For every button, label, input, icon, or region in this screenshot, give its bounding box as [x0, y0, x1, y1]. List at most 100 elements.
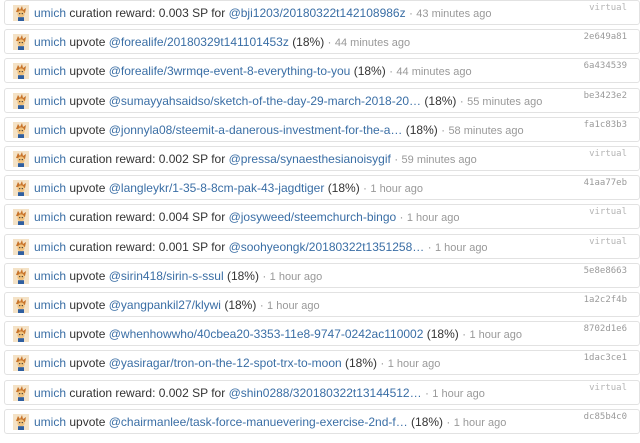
user-avatar-icon[interactable]: [13, 151, 29, 167]
transaction-id[interactable]: virtual: [589, 3, 627, 13]
timestamp: 1 hour ago: [267, 300, 320, 312]
user-avatar-icon[interactable]: [13, 122, 29, 138]
activity-feed: umich curation reward: 0.003 SP for @bji…: [0, 0, 640, 443]
user-avatar-icon[interactable]: [13, 326, 29, 342]
post-link[interactable]: @josyweed/steemchurch-bingo: [229, 210, 397, 224]
separator: ·: [408, 6, 413, 20]
account-link[interactable]: umich: [34, 64, 66, 78]
user-avatar-icon[interactable]: [13, 268, 29, 284]
timestamp: 44 minutes ago: [334, 37, 411, 49]
post-link[interactable]: @yangpankil27/klywi: [109, 298, 221, 312]
user-avatar-icon[interactable]: [13, 209, 29, 225]
transaction-id[interactable]: 1dac3ce1: [584, 353, 627, 363]
separator: ·: [424, 386, 429, 400]
user-avatar-icon[interactable]: [13, 34, 29, 50]
transaction-id[interactable]: 6a434539: [584, 61, 627, 71]
transaction-id[interactable]: dc85b4c0: [584, 412, 627, 422]
activity-row: umich upvote @forealife/20180329t1411014…: [4, 29, 640, 54]
timestamp: 44 minutes ago: [396, 66, 472, 78]
vote-weight: (18%): [405, 123, 438, 137]
operation-text: upvote: [69, 298, 106, 312]
separator: ·: [399, 210, 404, 224]
operation-text: curation reward: 0.002 SP for: [69, 152, 226, 166]
timestamp: 55 minutes ago: [467, 96, 543, 108]
account-link[interactable]: umich: [34, 123, 66, 137]
timestamp: 1 hour ago: [406, 212, 460, 224]
operation-text: upvote: [69, 123, 106, 137]
post-link[interactable]: @soohyeongk/20180322t1351258…: [229, 240, 425, 254]
transaction-id[interactable]: 2e649a81: [584, 32, 627, 42]
user-avatar-icon[interactable]: [13, 93, 29, 109]
transaction-id[interactable]: virtual: [589, 149, 627, 159]
user-avatar-icon[interactable]: [13, 355, 29, 371]
account-link[interactable]: umich: [34, 210, 66, 224]
post-link[interactable]: @forealife/20180329t141101453z: [109, 35, 289, 49]
separator: ·: [427, 240, 432, 254]
post-link[interactable]: @yasiragar/tron-on-the-12-spot-trx-to-mo…: [109, 356, 342, 370]
activity-row: umich upvote @forealife/3wrmqe-event-8-e…: [4, 58, 640, 83]
operation-text: upvote: [69, 356, 106, 370]
operation-text: curation reward: 0.004 SP for: [69, 210, 226, 224]
post-link[interactable]: @sirin418/sirin-s-ssul: [109, 269, 224, 283]
transaction-id[interactable]: 41aa77eb: [584, 178, 627, 188]
post-link[interactable]: @pressa/synaesthesianoisygif: [229, 152, 391, 166]
activity-row: umich curation reward: 0.001 SP for @soo…: [4, 234, 640, 259]
account-link[interactable]: umich: [34, 298, 66, 312]
transaction-id[interactable]: 8702d1e6: [584, 324, 627, 334]
account-link[interactable]: umich: [34, 94, 66, 108]
account-link[interactable]: umich: [34, 386, 66, 400]
post-link[interactable]: @whenhowwho/40cbea20-3353-11e8-9747-0242…: [109, 327, 424, 341]
timestamp: 1 hour ago: [370, 183, 423, 195]
account-link[interactable]: umich: [34, 415, 66, 429]
transaction-id[interactable]: virtual: [589, 383, 627, 393]
post-link[interactable]: @langleykr/1-35-8-8cm-pak-43-jagdtiger: [109, 181, 325, 195]
user-avatar-icon[interactable]: [13, 63, 29, 79]
transaction-id[interactable]: virtual: [589, 207, 627, 217]
vote-weight: (18%): [226, 269, 259, 283]
activity-row: umich upvote @yangpankil27/klywi (18%) ·…: [4, 292, 640, 317]
vote-weight: (18%): [426, 327, 459, 341]
user-avatar-icon[interactable]: [13, 180, 29, 196]
user-avatar-icon[interactable]: [13, 414, 29, 430]
post-link[interactable]: @bji1203/20180322t142108986z: [229, 6, 406, 20]
activity-row: umich upvote @jonnyla08/steemit-a-danero…: [4, 117, 640, 142]
activity-row: umich upvote @sumayyahsaidso/sketch-of-t…: [4, 88, 640, 113]
separator: ·: [459, 94, 464, 108]
account-link[interactable]: umich: [34, 152, 66, 166]
operation-text: upvote: [69, 35, 106, 49]
user-avatar-icon[interactable]: [13, 297, 29, 313]
account-link[interactable]: umich: [34, 327, 66, 341]
post-link[interactable]: @shin0288/320180322t13144512…: [229, 386, 422, 400]
vote-weight: (18%): [327, 181, 360, 195]
transaction-id[interactable]: be3423e2: [584, 91, 627, 101]
user-avatar-icon[interactable]: [13, 385, 29, 401]
account-link[interactable]: umich: [34, 181, 66, 195]
transaction-id[interactable]: virtual: [589, 237, 627, 247]
account-link[interactable]: umich: [34, 240, 66, 254]
activity-row: umich upvote @yasiragar/tron-on-the-12-s…: [4, 350, 640, 375]
user-avatar-icon[interactable]: [13, 5, 29, 21]
separator: ·: [363, 181, 368, 195]
transaction-id[interactable]: fa1c83b3: [584, 120, 627, 130]
post-link[interactable]: @sumayyahsaidso/sketch-of-the-day-29-mar…: [109, 94, 421, 108]
transaction-id[interactable]: 1a2c2f4b: [584, 295, 627, 305]
post-link[interactable]: @chairmanlee/task-force-manuevering-exer…: [109, 415, 408, 429]
operation-text: upvote: [69, 181, 106, 195]
transaction-id[interactable]: 5e8e8663: [584, 266, 627, 276]
separator: ·: [380, 356, 385, 370]
post-link[interactable]: @jonnyla08/steemit-a-danerous-investment…: [109, 123, 403, 137]
timestamp: 1 hour ago: [453, 417, 507, 429]
post-link[interactable]: @forealife/3wrmqe-event-8-everything-to-…: [109, 64, 351, 78]
account-link[interactable]: umich: [34, 35, 66, 49]
account-link[interactable]: umich: [34, 356, 66, 370]
operation-text: upvote: [69, 64, 106, 78]
account-link[interactable]: umich: [34, 269, 66, 283]
vote-weight: (18%): [411, 415, 444, 429]
user-avatar-icon[interactable]: [13, 239, 29, 255]
account-link[interactable]: umich: [34, 6, 66, 20]
operation-text: upvote: [69, 269, 106, 283]
separator: ·: [462, 327, 467, 341]
activity-row: umich curation reward: 0.002 SP for @pre…: [4, 146, 640, 171]
timestamp: 59 minutes ago: [401, 154, 477, 166]
timestamp: 43 minutes ago: [416, 8, 492, 20]
